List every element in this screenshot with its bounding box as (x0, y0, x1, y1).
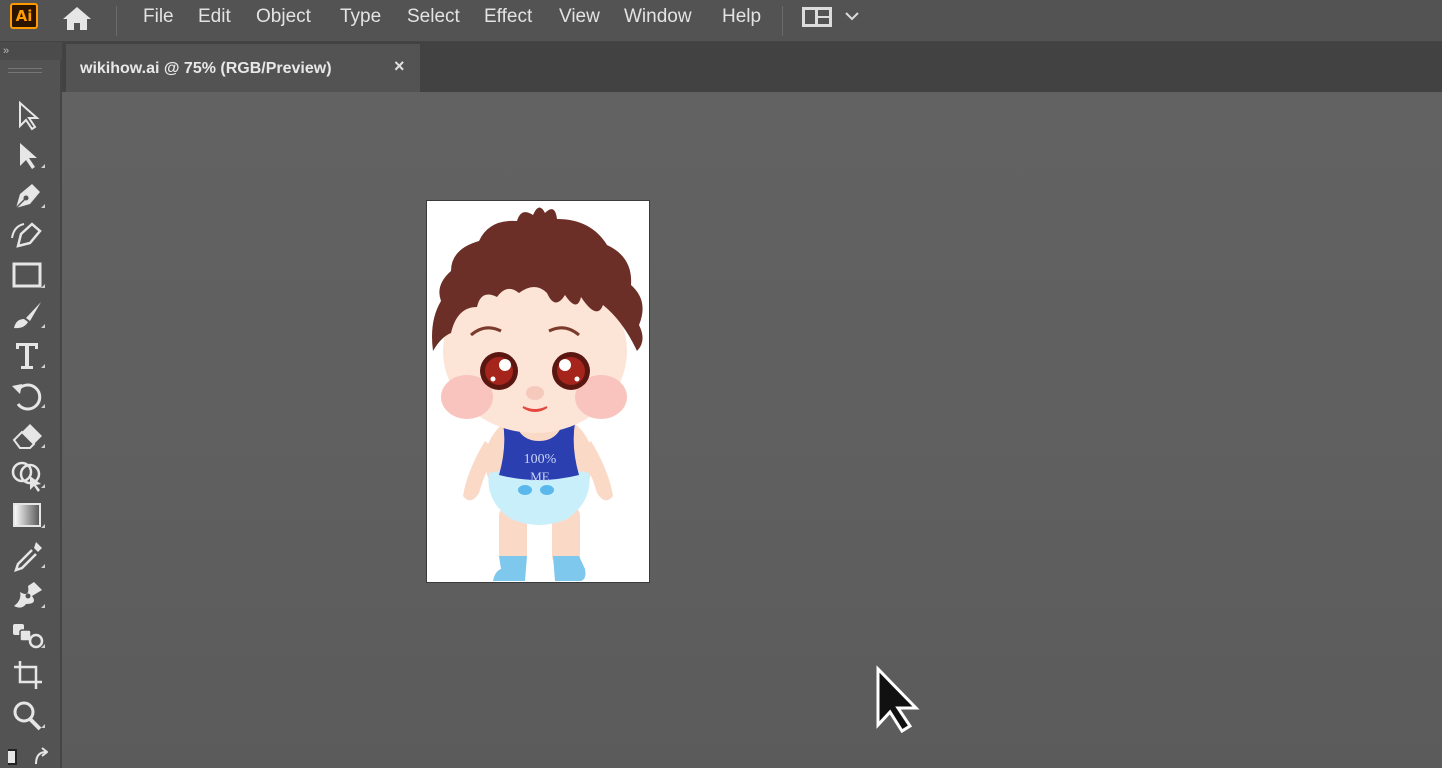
menu-separator (116, 6, 117, 36)
diaper-tab-left (518, 485, 532, 495)
artboard-tool-icon (14, 661, 42, 689)
toolbar-grip[interactable] (8, 68, 42, 73)
menu-help[interactable]: Help (722, 6, 761, 28)
menu-effect[interactable]: Effect (484, 6, 532, 28)
symbol-sprayer-tool[interactable] (8, 618, 48, 652)
menu-edit[interactable]: Edit (198, 6, 231, 28)
selection-tool-icon (19, 100, 40, 131)
paintbrush-tool[interactable] (8, 298, 48, 332)
nose (526, 386, 544, 400)
fill-stroke-swap-icon (8, 747, 48, 765)
blend-tool[interactable] (8, 578, 48, 612)
artboard[interactable]: 100% ME (427, 201, 649, 582)
curvature-tool-icon (11, 222, 42, 248)
illustrator-logo: Ai (10, 3, 38, 29)
selection-tool[interactable] (8, 98, 48, 132)
menu-view[interactable]: View (559, 6, 600, 28)
diaper-tab-right (540, 485, 554, 495)
menu-type[interactable]: Type (340, 6, 381, 28)
rectangle-tool[interactable] (8, 258, 48, 292)
workspace-switcher[interactable] (800, 4, 864, 30)
menu-file[interactable]: File (143, 6, 174, 28)
home-button[interactable] (60, 4, 94, 32)
fill-stroke-swap[interactable] (8, 742, 48, 768)
eraser-tool[interactable] (8, 418, 48, 452)
mouse-pointer-icon (876, 665, 920, 734)
right-sock (553, 556, 586, 581)
menu-bar: Ai File Edit Object Type Select Effect V… (0, 0, 1442, 42)
baby-illustration: 100% ME (432, 207, 643, 581)
document-tab-strip: wikihow.ai @ 75% (RGB/Preview) × (62, 42, 1442, 92)
menu-separator (782, 6, 783, 36)
chevron-down-icon (845, 12, 859, 21)
rotate-tool[interactable] (8, 378, 48, 412)
tools-panel (0, 60, 62, 768)
document-tab-title: wikihow.ai @ 75% (RGB/Preview) (80, 60, 332, 77)
menu-select[interactable]: Select (407, 6, 460, 28)
gradient-tool[interactable] (8, 498, 48, 532)
shirt-text-line2: ME (530, 469, 550, 484)
shape-builder-tool[interactable] (8, 458, 48, 492)
artboard-tool[interactable] (8, 658, 48, 692)
home-icon (63, 7, 91, 30)
zoom-tool[interactable] (8, 698, 48, 732)
curvature-tool[interactable] (8, 218, 48, 252)
panel-collapse-button[interactable]: » (0, 42, 62, 60)
left-sock (493, 556, 527, 581)
menu-window[interactable]: Window (624, 6, 692, 28)
close-tab-button[interactable]: × (394, 56, 405, 77)
direct-selection-tool[interactable] (8, 138, 48, 172)
canvas-area[interactable]: 100% ME (62, 92, 1442, 768)
shirt-text-line1: 100% (524, 452, 557, 467)
document-tab[interactable]: wikihow.ai @ 75% (RGB/Preview) × (66, 44, 420, 92)
eyedropper-tool[interactable] (8, 538, 48, 572)
menu-object[interactable]: Object (256, 6, 311, 28)
type-tool[interactable] (8, 338, 48, 372)
pen-tool[interactable] (8, 178, 48, 212)
